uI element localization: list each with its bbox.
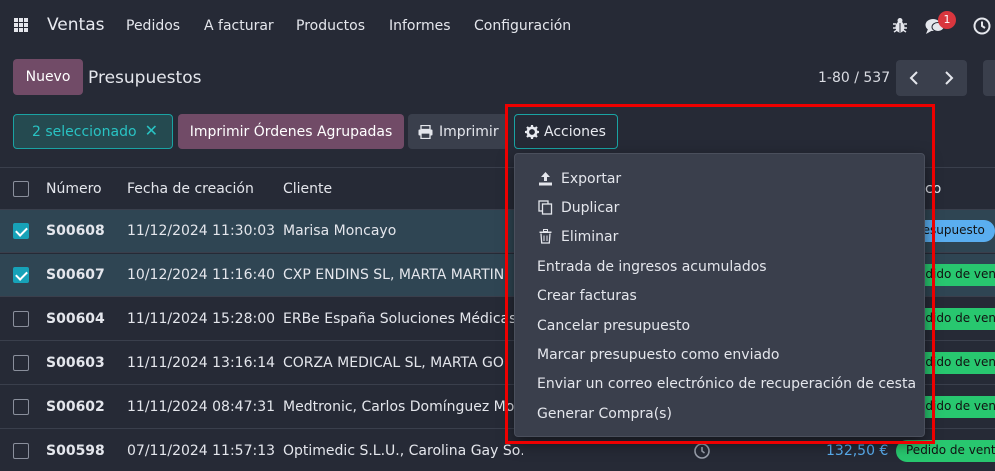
print-grouped-orders-button[interactable]: Imprimir Órdenes Agrupadas xyxy=(178,114,404,149)
chevron-right-icon xyxy=(945,71,954,85)
menu-informes[interactable]: Informes xyxy=(389,18,451,34)
client-name: Marisa Moncayo xyxy=(283,223,397,239)
menu-item-duplicar[interactable]: Duplicar xyxy=(515,193,924,222)
row-checkbox[interactable] xyxy=(13,267,29,283)
top-navbar: Ventas Pedidos A facturar Productos Info… xyxy=(0,0,995,52)
apps-menu-icon[interactable] xyxy=(14,18,28,32)
column-header-cliente[interactable]: Cliente xyxy=(283,181,332,197)
order-number: S00603 xyxy=(46,355,105,371)
gear-icon xyxy=(525,124,539,139)
upload-icon xyxy=(537,171,553,187)
trash-icon xyxy=(537,229,553,245)
creation-date: 07/11/2024 11:57:13 xyxy=(127,443,276,459)
client-name: CORZA MEDICAL SL, MARTA GO xyxy=(283,355,504,371)
status-badge: Pedido de vent xyxy=(896,440,995,462)
menu-productos[interactable]: Productos xyxy=(296,18,365,34)
row-checkbox[interactable] xyxy=(13,355,29,371)
creation-date: 10/12/2024 11:16:40 xyxy=(127,267,276,283)
client-name: ERBe España Soluciones Médicas xyxy=(283,311,517,327)
menu-item-marcar-enviado[interactable]: Marcar presupuesto como enviado xyxy=(515,340,924,369)
menu-pedidos[interactable]: Pedidos xyxy=(126,18,180,34)
menu-item-generar-compra[interactable]: Generar Compra(s) xyxy=(515,399,924,428)
view-switcher-button[interactable] xyxy=(983,60,995,96)
bug-icon[interactable] xyxy=(892,16,908,38)
amount-total: 132,50 € xyxy=(826,443,889,459)
copy-icon xyxy=(537,200,553,216)
creation-date: 11/11/2024 13:16:14 xyxy=(127,355,276,371)
print-label: Imprimir xyxy=(439,123,499,140)
chevron-left-icon xyxy=(909,71,918,85)
pager-value[interactable]: 1-80 / 537 xyxy=(818,70,890,86)
menu-item-cancelar-presupuesto[interactable]: Cancelar presupuesto xyxy=(515,311,924,340)
breadcrumb: Presupuestos xyxy=(88,68,202,88)
menu-item-eliminar[interactable]: Eliminar xyxy=(515,222,924,251)
column-header-fecha[interactable]: Fecha de creación xyxy=(127,181,254,197)
menu-configuracion[interactable]: Configuración xyxy=(474,18,571,34)
printer-icon xyxy=(418,124,433,139)
menu-item-label: Exportar xyxy=(561,170,622,187)
selection-chip: 2 seleccionado ✕ xyxy=(13,114,173,149)
menu-item-enviar-correo-recuperacion[interactable]: Enviar un correo electrónico de recupera… xyxy=(515,369,924,398)
client-name: Medtronic, Carlos Domínguez Mo xyxy=(283,399,515,415)
menu-item-label: Duplicar xyxy=(561,199,620,216)
menu-a-facturar[interactable]: A facturar xyxy=(204,18,274,34)
selection-count: 2 seleccionado xyxy=(32,123,137,140)
activity-clock-icon[interactable] xyxy=(693,442,711,464)
creation-date: 11/11/2024 15:28:00 xyxy=(127,311,276,327)
pager-next-button[interactable] xyxy=(931,60,967,96)
order-number: S00608 xyxy=(46,223,105,239)
actions-dropdown-menu: Exportar Duplicar Eliminar Entrada de in… xyxy=(514,153,925,437)
order-number: S00607 xyxy=(46,267,105,283)
menu-item-crear-facturas[interactable]: Crear facturas xyxy=(515,281,924,310)
actions-label: Acciones xyxy=(544,123,606,140)
creation-date: 11/12/2024 11:30:03 xyxy=(127,223,276,239)
client-name: Optimedic S.L.U., Carolina Gay So… xyxy=(283,443,523,459)
creation-date: 11/11/2024 08:47:31 xyxy=(127,399,276,415)
chat-badge: 1 xyxy=(938,11,956,29)
order-number: S00602 xyxy=(46,399,105,415)
clock-icon[interactable] xyxy=(973,17,991,39)
column-header-numero[interactable]: Número xyxy=(46,181,102,197)
new-button[interactable]: Nuevo xyxy=(13,59,83,95)
row-checkbox[interactable] xyxy=(13,311,29,327)
app-name[interactable]: Ventas xyxy=(47,15,104,35)
menu-item-label: Eliminar xyxy=(561,228,619,245)
actions-button[interactable]: Acciones xyxy=(514,114,618,149)
row-checkbox[interactable] xyxy=(13,223,29,239)
client-name: CXP ENDINS SL, MARTA MARTIN xyxy=(283,267,505,283)
print-button[interactable]: Imprimir xyxy=(408,114,508,149)
column-header-estado[interactable]: co xyxy=(925,181,941,197)
order-number: S00598 xyxy=(46,443,105,459)
menu-item-entrada-ingresos[interactable]: Entrada de ingresos acumulados xyxy=(515,252,924,281)
menu-item-exportar[interactable]: Exportar xyxy=(515,164,924,193)
order-number: S00604 xyxy=(46,311,105,327)
select-all-checkbox[interactable] xyxy=(13,181,29,197)
clear-selection-icon[interactable]: ✕ xyxy=(145,121,158,140)
row-checkbox[interactable] xyxy=(13,443,29,459)
pager-previous-button[interactable] xyxy=(896,60,932,96)
row-checkbox[interactable] xyxy=(13,399,29,415)
